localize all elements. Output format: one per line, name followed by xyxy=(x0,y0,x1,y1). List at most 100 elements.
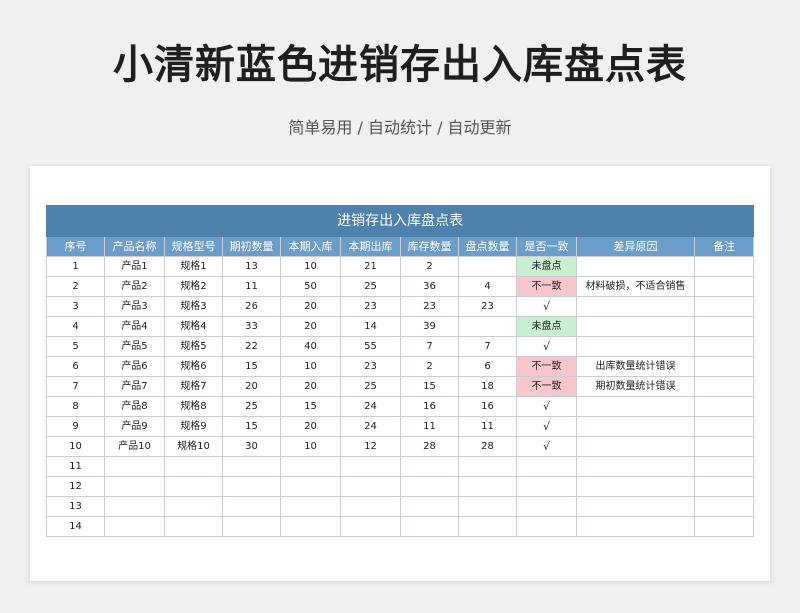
status-cell[interactable]: √ xyxy=(516,296,577,317)
table-cell[interactable]: 15 xyxy=(280,396,341,417)
table-cell[interactable] xyxy=(340,496,401,517)
table-cell[interactable]: 规格5 xyxy=(164,336,223,357)
table-cell[interactable]: 产品3 xyxy=(104,296,165,317)
table-cell[interactable] xyxy=(576,436,695,457)
table-cell[interactable] xyxy=(400,496,459,517)
status-cell[interactable]: √ xyxy=(516,396,577,417)
table-cell[interactable] xyxy=(693,416,755,437)
status-cell[interactable] xyxy=(516,456,577,477)
table-cell[interactable] xyxy=(280,516,341,537)
table-cell[interactable]: 规格6 xyxy=(164,356,223,377)
table-cell[interactable]: 28 xyxy=(400,436,459,457)
table-cell[interactable]: 20 xyxy=(280,296,341,317)
table-cell[interactable] xyxy=(104,516,165,537)
table-cell[interactable]: 11 xyxy=(222,276,281,297)
table-cell[interactable]: 规格3 xyxy=(164,296,223,317)
table-cell[interactable]: 20 xyxy=(280,316,341,337)
table-cell[interactable] xyxy=(576,316,695,337)
table-cell[interactable]: 10 xyxy=(280,256,341,277)
table-cell[interactable]: 4 xyxy=(46,316,105,337)
table-cell[interactable]: 规格10 xyxy=(164,436,223,457)
table-cell[interactable]: 2 xyxy=(400,256,459,277)
table-cell[interactable] xyxy=(693,376,755,397)
table-cell[interactable]: 16 xyxy=(400,396,459,417)
table-cell[interactable] xyxy=(693,336,755,357)
table-cell[interactable]: 15 xyxy=(222,356,281,377)
table-cell[interactable]: 产品10 xyxy=(104,436,165,457)
table-cell[interactable]: 23 xyxy=(458,296,517,317)
status-cell[interactable]: 未盘点 xyxy=(516,316,577,337)
table-cell[interactable] xyxy=(693,276,755,297)
status-cell[interactable] xyxy=(516,516,577,537)
table-cell[interactable]: 4 xyxy=(458,276,517,297)
table-cell[interactable]: 50 xyxy=(280,276,341,297)
table-cell[interactable] xyxy=(458,516,517,537)
table-cell[interactable] xyxy=(693,496,755,517)
table-cell[interactable] xyxy=(104,496,165,517)
table-cell[interactable]: 20 xyxy=(222,376,281,397)
status-cell[interactable]: 不一致 xyxy=(516,276,577,297)
status-cell[interactable]: 不一致 xyxy=(516,376,577,397)
table-cell[interactable]: 20 xyxy=(280,416,341,437)
table-cell[interactable] xyxy=(400,516,459,537)
table-cell[interactable]: 7 xyxy=(46,376,105,397)
table-cell[interactable]: 产品9 xyxy=(104,416,165,437)
table-cell[interactable]: 规格8 xyxy=(164,396,223,417)
table-cell[interactable]: 23 xyxy=(340,296,401,317)
table-cell[interactable] xyxy=(576,476,695,497)
table-cell[interactable] xyxy=(693,516,755,537)
table-cell[interactable] xyxy=(164,456,223,477)
table-cell[interactable]: 18 xyxy=(458,376,517,397)
table-cell[interactable] xyxy=(458,476,517,497)
table-cell[interactable] xyxy=(400,456,459,477)
table-cell[interactable]: 23 xyxy=(400,296,459,317)
table-cell[interactable]: 规格7 xyxy=(164,376,223,397)
table-cell[interactable]: 14 xyxy=(340,316,401,337)
table-cell[interactable]: 产品6 xyxy=(104,356,165,377)
table-cell[interactable]: 材料破损，不适合销售 xyxy=(576,276,695,297)
table-cell[interactable] xyxy=(576,496,695,517)
table-cell[interactable]: 39 xyxy=(400,316,459,337)
table-cell[interactable]: 14 xyxy=(46,516,105,537)
status-cell[interactable] xyxy=(516,476,577,497)
table-cell[interactable] xyxy=(222,496,281,517)
table-cell[interactable] xyxy=(280,476,341,497)
table-cell[interactable] xyxy=(340,516,401,537)
status-cell[interactable]: 未盘点 xyxy=(516,256,577,277)
table-cell[interactable] xyxy=(576,336,695,357)
table-cell[interactable]: 2 xyxy=(400,356,459,377)
table-cell[interactable]: 5 xyxy=(46,336,105,357)
table-cell[interactable] xyxy=(340,456,401,477)
table-cell[interactable]: 产品8 xyxy=(104,396,165,417)
table-cell[interactable]: 21 xyxy=(340,256,401,277)
table-cell[interactable]: 10 xyxy=(280,356,341,377)
table-cell[interactable] xyxy=(222,476,281,497)
table-cell[interactable] xyxy=(458,316,517,337)
table-cell[interactable] xyxy=(104,476,165,497)
table-cell[interactable] xyxy=(280,456,341,477)
table-cell[interactable]: 25 xyxy=(340,376,401,397)
table-cell[interactable]: 1 xyxy=(46,256,105,277)
table-cell[interactable]: 22 xyxy=(222,336,281,357)
status-cell[interactable]: √ xyxy=(516,416,577,437)
table-cell[interactable]: 产品1 xyxy=(104,256,165,277)
table-cell[interactable]: 13 xyxy=(222,256,281,277)
table-cell[interactable] xyxy=(458,496,517,517)
table-cell[interactable]: 规格1 xyxy=(164,256,223,277)
table-cell[interactable] xyxy=(164,516,223,537)
table-cell[interactable] xyxy=(693,356,755,377)
table-cell[interactable]: 12 xyxy=(340,436,401,457)
table-cell[interactable] xyxy=(693,316,755,337)
table-cell[interactable]: 11 xyxy=(458,416,517,437)
table-cell[interactable]: 产品5 xyxy=(104,336,165,357)
table-cell[interactable] xyxy=(693,396,755,417)
table-cell[interactable] xyxy=(693,296,755,317)
table-cell[interactable] xyxy=(576,516,695,537)
status-cell[interactable]: √ xyxy=(516,336,577,357)
table-cell[interactable] xyxy=(340,476,401,497)
table-cell[interactable]: 6 xyxy=(458,356,517,377)
table-cell[interactable]: 9 xyxy=(46,416,105,437)
table-cell[interactable]: 产品2 xyxy=(104,276,165,297)
table-cell[interactable]: 25 xyxy=(340,276,401,297)
table-cell[interactable] xyxy=(280,496,341,517)
